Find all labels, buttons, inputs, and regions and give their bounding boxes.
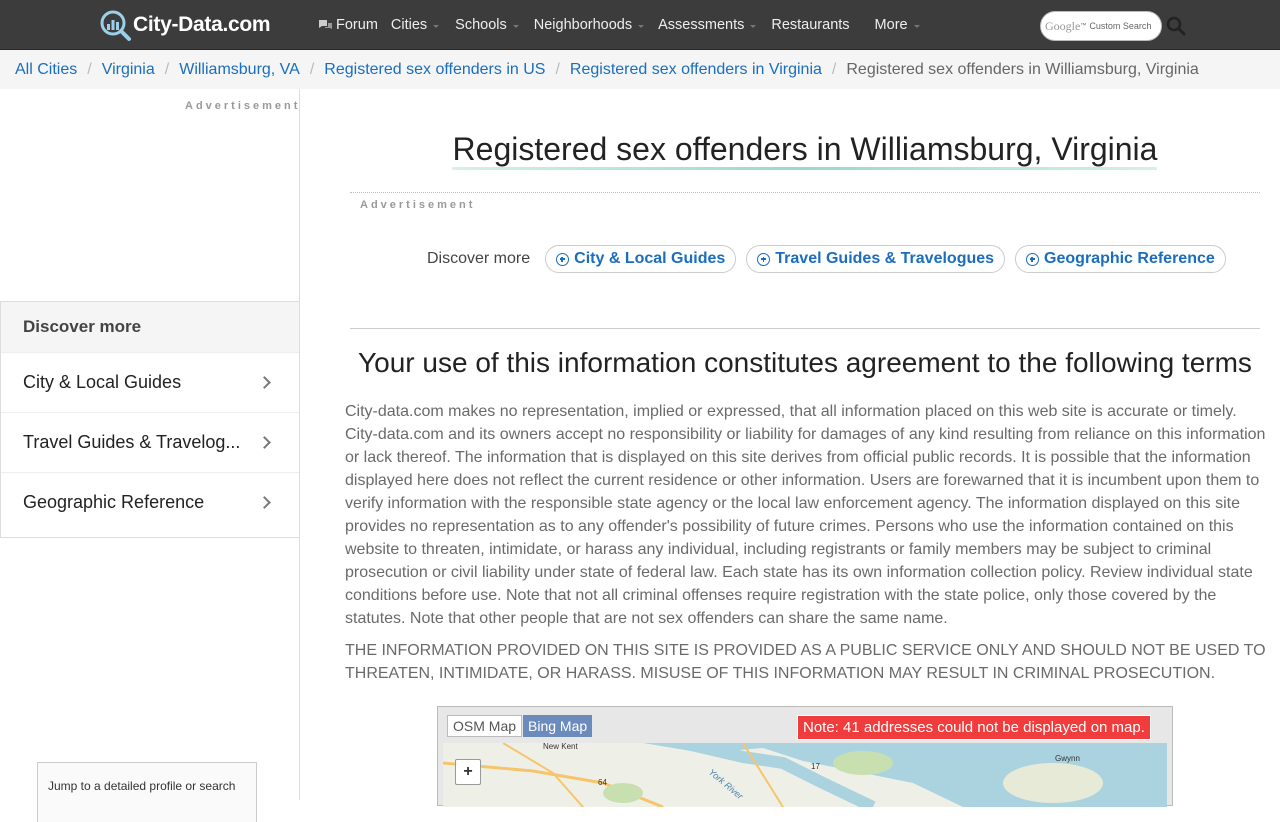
- breadcrumb-current: Registered sex offenders in Williamsburg…: [846, 60, 1199, 78]
- discover-pill-label: Travel Guides & Travelogues: [775, 250, 995, 267]
- search-brand: Google: [1045, 18, 1081, 33]
- sidebar-discover-item[interactable]: City & Local Guides: [1, 352, 299, 412]
- map-tiles: New Kent 64 17 York River Gwynn: [443, 743, 1167, 807]
- search-icon[interactable]: [1166, 16, 1186, 36]
- breadcrumb-separator: /: [87, 60, 92, 78]
- sidebar-discover-item[interactable]: Travel Guides & Travelog...: [1, 412, 299, 472]
- breadcrumb-separator: /: [309, 60, 315, 78]
- nav-neighborhoods[interactable]: Neighborhoods: [533, 17, 645, 33]
- caret-down-icon: [750, 24, 757, 28]
- terms-heading: Your use of this information constitutes…: [358, 347, 1252, 378]
- title-underline: [452, 167, 1157, 170]
- breadcrumb-offenders-virginia[interactable]: Registered sex offenders in Virginia: [570, 61, 822, 79]
- sidebar-discover-title: Discover more: [1, 302, 299, 352]
- caret-down-icon: [512, 24, 519, 28]
- sidebar-ad-label: Advertisement: [185, 100, 301, 112]
- nav-more[interactable]: More: [875, 17, 920, 33]
- terms-paragraph: City-data.com makes no representation, i…: [345, 403, 1266, 627]
- nav-forum[interactable]: Forum: [318, 17, 378, 33]
- nav-more-label: More: [874, 17, 908, 33]
- nav-schools-label: Schools: [455, 17, 507, 33]
- search-tm: ™: [1080, 23, 1087, 29]
- map-canvas[interactable]: New Kent 64 17 York River Gwynn +: [443, 743, 1167, 807]
- breadcrumb-separator: /: [831, 60, 837, 78]
- plus-circle-icon: [556, 252, 570, 266]
- search-placeholder: Custom Search: [1089, 21, 1152, 31]
- zoom-in-button[interactable]: +: [455, 759, 481, 785]
- map-note: Note: 41 addresses could not be displaye…: [797, 715, 1151, 740]
- chat-bubbles-icon: [319, 19, 332, 29]
- discover-more-label: Discover more: [427, 250, 531, 267]
- discover-pill[interactable]: City & Local Guides: [545, 245, 737, 273]
- breadcrumb-offenders-us[interactable]: Registered sex offenders in US: [324, 61, 545, 79]
- discover-pill[interactable]: Travel Guides & Travelogues: [746, 245, 1006, 273]
- breadcrumb-virginia[interactable]: Virginia: [102, 61, 155, 79]
- top-navbar: City-Data.com Forum Cities Schools Neigh…: [0, 0, 1280, 50]
- sidebar-discover-item-label: Travel Guides & Travelog...: [23, 432, 241, 452]
- nav-assessments-label: Assessments: [658, 17, 745, 33]
- magnifier-chart-icon: [100, 10, 131, 41]
- map-label: New Kent: [543, 743, 578, 751]
- nav-restaurants-label: Restaurants: [771, 17, 850, 33]
- terms-warning: THE INFORMATION PROVIDED ON THIS SITE IS…: [345, 642, 1266, 682]
- breadcrumb: All Cities / Virginia / Williamsburg, VA…: [0, 50, 1280, 89]
- sidebar-discover-panel: Discover more City & Local Guides Travel…: [0, 301, 300, 538]
- nav-cities[interactable]: Cities: [390, 17, 440, 33]
- chevron-right-icon: [258, 496, 271, 509]
- tab-osm-map[interactable]: OSM Map: [447, 715, 523, 737]
- left-sidebar: Advertisement Discover more City & Local…: [0, 89, 301, 822]
- map-label: 64: [598, 778, 607, 787]
- breadcrumb-all-cities[interactable]: All Cities: [15, 61, 77, 79]
- divider: [350, 192, 1260, 193]
- caret-down-icon: [638, 24, 645, 28]
- main-menu: Forum Cities Schools Neighborhoods Asses…: [318, 0, 920, 50]
- breadcrumb-williamsburg[interactable]: Williamsburg, VA: [179, 61, 300, 79]
- nav-cities-label: Cities: [390, 17, 428, 33]
- plus-circle-icon: [757, 252, 771, 266]
- main-content: Registered sex offenders in Williamsburg…: [300, 89, 1280, 807]
- search-input[interactable]: Google ™ Custom Search: [1040, 11, 1162, 41]
- divider: [350, 328, 1260, 329]
- map-label: Gwynn: [1055, 754, 1080, 763]
- chevron-right-icon: [258, 376, 271, 389]
- sidebar-discover-item-label: Geographic Reference: [23, 492, 205, 512]
- discover-pill-label: City & Local Guides: [574, 250, 726, 267]
- main-ad-label: Advertisement: [360, 199, 476, 211]
- sidebar-discover-item[interactable]: Geographic Reference: [1, 472, 299, 532]
- nav-restaurants[interactable]: Restaurants: [771, 17, 849, 33]
- nav-neighborhoods-label: Neighborhoods: [533, 17, 633, 33]
- discover-more-bar: Discover more City & Local Guides Travel…: [427, 245, 1236, 273]
- plus-circle-icon: [1026, 252, 1040, 266]
- sidebar-discover-item-label: City & Local Guides: [23, 372, 182, 392]
- nav-assessments[interactable]: Assessments: [658, 17, 757, 33]
- discover-pill-label: Geographic Reference: [1044, 250, 1215, 267]
- map-label: 17: [811, 762, 820, 771]
- nav-forum-label: Forum: [336, 17, 378, 33]
- site-logo[interactable]: City-Data.com: [99, 8, 271, 42]
- breadcrumb-separator: /: [555, 60, 560, 78]
- map-widget: OSM Map Bing Map Note: 41 addresses coul…: [437, 706, 1173, 807]
- jump-to-profile-text: Jump to a detailed profile or search: [48, 779, 236, 793]
- site-name: City-Data.com: [133, 13, 271, 36]
- caret-down-icon: [913, 24, 920, 28]
- page-title: Registered sex offenders in Williamsburg…: [452, 131, 1158, 167]
- chevron-right-icon: [258, 436, 271, 449]
- nav-schools[interactable]: Schools: [455, 17, 519, 33]
- tab-bing-map[interactable]: Bing Map: [523, 715, 593, 737]
- discover-pill[interactable]: Geographic Reference: [1015, 245, 1226, 273]
- caret-down-icon: [433, 24, 440, 28]
- jump-to-profile-box: Jump to a detailed profile or search: [37, 762, 257, 822]
- breadcrumb-separator: /: [164, 60, 170, 78]
